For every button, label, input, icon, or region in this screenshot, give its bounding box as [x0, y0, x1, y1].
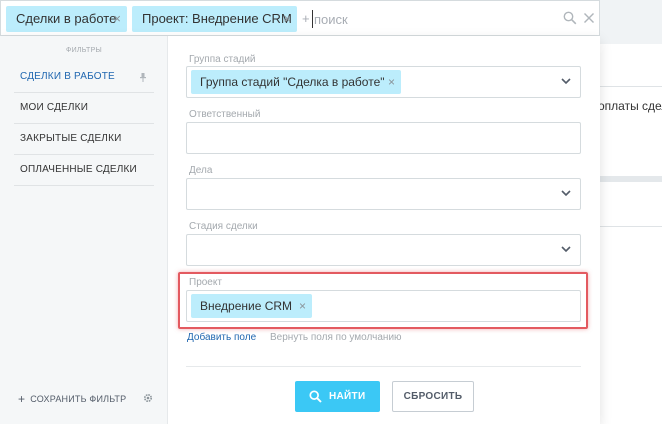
restore-default-fields-link[interactable]: Вернуть поля по умолчанию: [270, 332, 402, 343]
search-chip-deals-in-progress[interactable]: Сделки в работе ×: [6, 6, 127, 32]
sidebar-item-label: СДЕЛКИ В РАБОТЕ: [20, 71, 115, 82]
field-chip[interactable]: Группа стадий "Сделка в работе" ×: [191, 70, 401, 94]
field-label-stage-group: Группа стадий: [189, 54, 256, 65]
sidebar-item-label: ЗАКРЫТЫЕ СДЕЛКИ: [20, 133, 122, 144]
field-label-responsible: Ответственный: [189, 109, 261, 120]
highlight-frame: [178, 272, 588, 329]
search-plus-icon: +: [302, 11, 310, 26]
add-field-link[interactable]: Добавить поле: [187, 332, 256, 343]
search-icon[interactable]: [563, 11, 577, 25]
field-label-activities: Дела: [189, 165, 213, 176]
responsible-field[interactable]: [186, 122, 581, 154]
chip-label: Проект: Внедрение CRM: [142, 11, 292, 26]
save-filter-label: СОХРАНИТЬ ФИЛЬТР: [30, 394, 127, 404]
stage-group-select[interactable]: Группа стадий "Сделка в работе" ×: [186, 66, 581, 98]
chip-remove-icon[interactable]: ×: [283, 6, 291, 32]
chevron-down-icon: [561, 246, 571, 253]
sidebar-title: ФИЛЬТРЫ: [65, 47, 103, 54]
footer-divider: [186, 366, 581, 367]
chevron-down-icon: [561, 190, 571, 197]
chip-label: Сделки в работе: [16, 11, 117, 26]
search-input[interactable]: [312, 10, 532, 28]
sidebar-item-label: ОПЛАЧЕННЫЕ СДЕЛКИ: [20, 164, 137, 175]
deal-stage-select[interactable]: [186, 234, 581, 266]
activities-select[interactable]: [186, 178, 581, 210]
background-divider: [600, 226, 662, 227]
chevron-down-icon: [561, 78, 571, 85]
sidebar-item-my-deals[interactable]: МОИ СДЕЛКИ: [14, 93, 154, 124]
field-label-deal-stage: Стадия сделки: [189, 221, 258, 232]
save-filter-button[interactable]: + СОХРАНИТЬ ФИЛЬТР: [18, 392, 126, 406]
gear-icon[interactable]: [143, 393, 153, 403]
background-divider: [600, 176, 662, 182]
filter-sidebar: ФИЛЬТРЫ СДЕЛКИ В РАБОТЕ МОИ СДЕЛКИ ЗАКРЫ…: [0, 36, 168, 424]
close-icon[interactable]: [583, 12, 595, 24]
background-divider: [600, 86, 662, 87]
pin-icon[interactable]: [140, 73, 146, 82]
plus-icon: +: [18, 392, 26, 406]
search-icon: [309, 390, 322, 403]
sidebar-item-paid-deals[interactable]: ОПЛАЧЕННЫЕ СДЕЛКИ: [14, 155, 154, 186]
background-column-header: оплаты сдел: [598, 99, 662, 113]
chip-label: Группа стадий "Сделка в работе": [200, 75, 385, 89]
chip-remove-icon[interactable]: ×: [113, 6, 121, 32]
sidebar-item-closed-deals[interactable]: ЗАКРЫТЫЕ СДЕЛКИ: [14, 124, 154, 155]
find-button-label: НАЙТИ: [329, 391, 366, 402]
filter-search-bar[interactable]: Сделки в работе × Проект: Внедрение CRM …: [0, 0, 600, 36]
find-button[interactable]: НАЙТИ: [295, 381, 380, 412]
chip-remove-icon[interactable]: ×: [388, 70, 395, 94]
search-chip-project[interactable]: Проект: Внедрение CRM ×: [132, 6, 297, 32]
sidebar-item-deals-in-progress[interactable]: СДЕЛКИ В РАБОТЕ: [14, 62, 154, 93]
sidebar-item-label: МОИ СДЕЛКИ: [20, 102, 89, 113]
reset-button[interactable]: СБРОСИТЬ: [392, 381, 474, 412]
